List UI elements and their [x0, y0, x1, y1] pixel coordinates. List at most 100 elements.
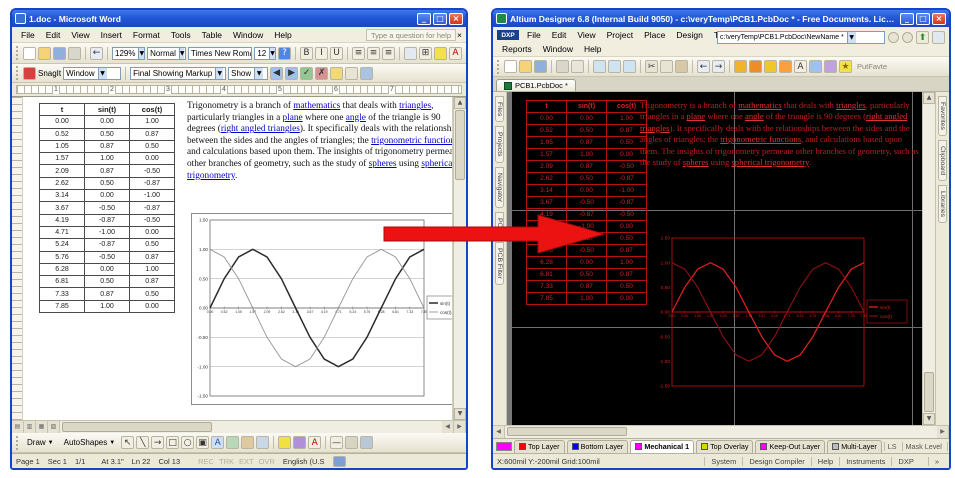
- draw-menu[interactable]: Draw▼: [23, 438, 58, 447]
- copy-icon[interactable]: [660, 60, 673, 73]
- menu-window[interactable]: Window: [228, 29, 268, 41]
- toolbar-grip[interactable]: [16, 436, 19, 450]
- hyperlink[interactable]: mathematics: [738, 100, 781, 110]
- scroll-down-icon[interactable]: ▼: [454, 408, 466, 420]
- layer-tab-keep-out-layer[interactable]: Keep-Out Layer: [755, 440, 825, 453]
- outline-view-icon[interactable]: ▧: [48, 421, 60, 433]
- text-box-icon[interactable]: ▣: [196, 436, 209, 449]
- zoom-combo[interactable]: 129%▼: [112, 47, 145, 60]
- menu-help[interactable]: Help: [269, 29, 296, 41]
- cut-icon[interactable]: ✂: [645, 60, 658, 73]
- panel-tab-clipboard[interactable]: Clipboard: [938, 140, 947, 181]
- insert-comment-icon[interactable]: [330, 67, 343, 80]
- rectangle-icon[interactable]: □: [166, 436, 179, 449]
- normal-view-icon[interactable]: ▤: [12, 421, 24, 433]
- scroll-right-icon[interactable]: ▶: [454, 421, 466, 433]
- place-line-icon[interactable]: [734, 60, 747, 73]
- open-icon[interactable]: [38, 47, 51, 60]
- menu-file[interactable]: File: [522, 29, 546, 41]
- hyperlink[interactable]: trigonometric functions: [720, 134, 801, 144]
- hyperlink[interactable]: mathematics: [293, 101, 340, 111]
- insert-picture-icon[interactable]: [256, 436, 269, 449]
- paste-icon[interactable]: [675, 60, 688, 73]
- hyperlink[interactable]: trigonometric functions: [371, 136, 453, 146]
- menu-window[interactable]: Window: [538, 43, 578, 55]
- layer-tab-bottom-layer[interactable]: Bottom Layer: [567, 440, 629, 453]
- zoom-area-icon[interactable]: [623, 60, 636, 73]
- toolbar-grip[interactable]: [16, 66, 19, 80]
- pcb-canvas[interactable]: tsin(t)cos(t)0.000.001.000.520.500.871.0…: [507, 92, 922, 425]
- scroll-up-icon[interactable]: ▲: [923, 92, 935, 104]
- current-layer-color-swatch[interactable]: [496, 442, 512, 451]
- scroll-left-icon[interactable]: ◀: [442, 421, 454, 433]
- favorites-star-icon[interactable]: ★: [839, 60, 852, 73]
- font-size-combo[interactable]: 12▼: [254, 47, 276, 60]
- line-style-icon[interactable]: —: [330, 436, 343, 449]
- scroll-up-icon[interactable]: ▲: [454, 97, 466, 109]
- menu-edit[interactable]: Edit: [547, 29, 572, 41]
- highlight-tool-icon[interactable]: [345, 67, 358, 80]
- line-icon[interactable]: ╲: [136, 436, 149, 449]
- menu-view[interactable]: View: [66, 29, 94, 41]
- underline-icon[interactable]: U: [330, 47, 343, 60]
- menu-view[interactable]: View: [572, 29, 600, 41]
- arrow-icon[interactable]: →: [151, 436, 164, 449]
- layer-control-clear[interactable]: Clear: [947, 442, 949, 451]
- hyperlink[interactable]: angle: [745, 111, 764, 121]
- menu-project[interactable]: Project: [602, 29, 638, 41]
- help-icon[interactable]: ?: [278, 47, 291, 60]
- more-panels-button[interactable]: »: [928, 457, 945, 466]
- hyperlink[interactable]: triangles: [836, 100, 866, 110]
- hyperlink[interactable]: plane: [687, 111, 706, 121]
- show-menu[interactable]: Show▼: [228, 67, 268, 80]
- print-preview-icon[interactable]: [571, 60, 584, 73]
- browse-forward-icon[interactable]: [902, 32, 913, 43]
- web-layout-view-icon[interactable]: ▥: [24, 421, 36, 433]
- scroll-right-icon[interactable]: ▶: [937, 426, 949, 438]
- font-color-icon[interactable]: A: [449, 47, 462, 60]
- italic-icon[interactable]: I: [315, 47, 328, 60]
- layer-control-mask-level[interactable]: Mask Level: [902, 442, 945, 451]
- minimize-button[interactable]: _: [417, 13, 431, 25]
- hyperlink[interactable]: spheres: [369, 159, 397, 169]
- panel-tab-projects[interactable]: Projects: [495, 126, 504, 163]
- panel-tab-navigator[interactable]: Navigator: [495, 167, 504, 208]
- panel-button-help[interactable]: Help: [811, 457, 839, 466]
- hyperlink[interactable]: spherical trigonometry: [731, 157, 808, 167]
- hyperlink[interactable]: plane: [283, 113, 303, 123]
- layer-control-ls[interactable]: LS: [884, 442, 900, 451]
- new-document-icon[interactable]: [504, 60, 517, 73]
- print-icon[interactable]: [68, 47, 81, 60]
- reviewing-pane-icon[interactable]: [360, 67, 373, 80]
- place-via-icon[interactable]: [764, 60, 777, 73]
- place-room-icon[interactable]: [824, 60, 837, 73]
- three-d-style-icon[interactable]: [360, 436, 373, 449]
- snagit-icon[interactable]: [23, 67, 36, 80]
- save-icon[interactable]: [53, 47, 66, 60]
- panel-button-instruments[interactable]: Instruments: [839, 457, 891, 466]
- panel-tab-favorites[interactable]: Favorites: [938, 96, 947, 136]
- panel-button-dxp[interactable]: DXP: [891, 457, 919, 466]
- layer-tab-top-layer[interactable]: Top Layer: [514, 440, 565, 453]
- place-string-icon[interactable]: A: [794, 60, 807, 73]
- close-document-icon[interactable]: ×: [457, 30, 462, 40]
- layer-tab-multi-layer[interactable]: Multi-Layer: [827, 440, 882, 453]
- reject-change-icon[interactable]: ✗: [315, 67, 328, 80]
- home-icon[interactable]: [932, 31, 945, 44]
- scroll-thumb[interactable]: [924, 372, 934, 412]
- menu-file[interactable]: File: [16, 29, 40, 41]
- browse-back-icon[interactable]: [888, 32, 899, 43]
- hyperlink[interactable]: angle: [346, 113, 366, 123]
- undo-icon[interactable]: ←: [697, 60, 710, 73]
- place-component-icon[interactable]: [809, 60, 822, 73]
- menu-place[interactable]: Place: [639, 29, 670, 41]
- layer-tab-mechanical-1[interactable]: Mechanical 1: [630, 440, 694, 453]
- align-center-icon[interactable]: ≡: [367, 47, 380, 60]
- next-change-icon[interactable]: ▶: [285, 67, 298, 80]
- horizontal-scrollbar[interactable]: [505, 426, 937, 438]
- menu-insert[interactable]: Insert: [96, 29, 127, 41]
- menu-table[interactable]: Table: [197, 29, 227, 41]
- menu-edit[interactable]: Edit: [41, 29, 66, 41]
- close-button[interactable]: ×: [449, 13, 463, 25]
- maximize-button[interactable]: □: [916, 13, 930, 25]
